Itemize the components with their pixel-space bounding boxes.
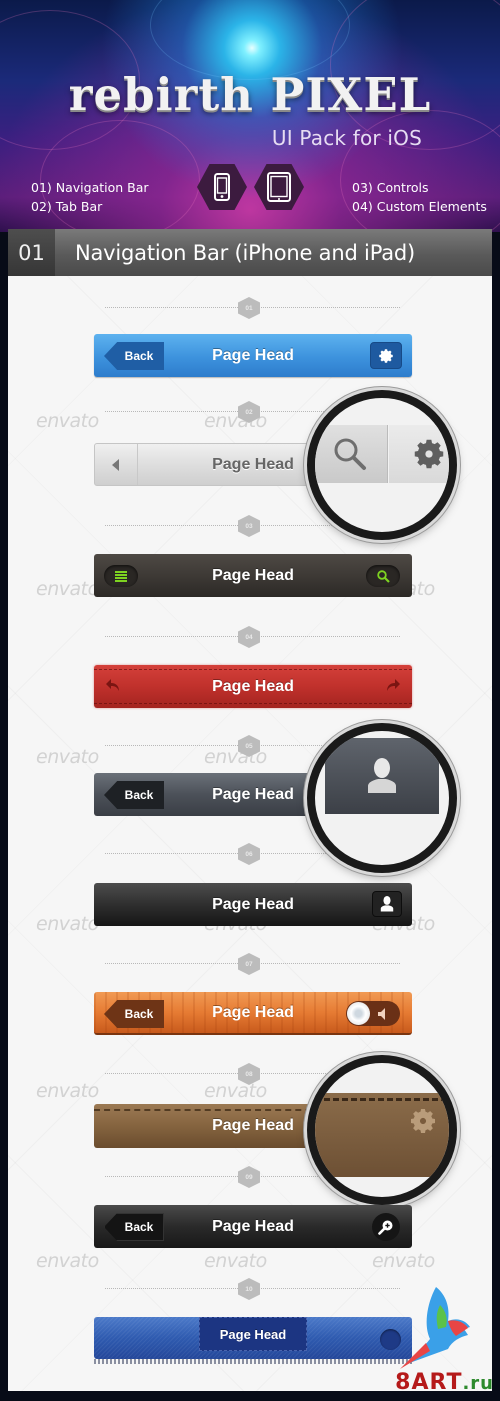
user-icon [380, 896, 394, 912]
feature-list-right: 03) Controls 04) Custom Elements [352, 178, 487, 216]
hero-banner: rebirth PIXEL UI Pack for iOS 01) Naviga… [0, 0, 500, 232]
navbar-title: Page Head [212, 1117, 294, 1134]
site-logo: 8ART.ru [386, 1287, 496, 1397]
magnifier-detail [307, 1055, 457, 1205]
gear-icon [414, 439, 444, 469]
navbar-title: Page Head [212, 346, 294, 364]
back-button[interactable]: Back [104, 342, 164, 370]
list-icon [115, 570, 127, 582]
logo-main-text: 8ART [395, 1370, 463, 1395]
navbar-blue: Back Page Head [94, 334, 412, 377]
parrot-icon [400, 1287, 470, 1369]
feature-list-left: 01) Navigation Bar 02) Tab Bar [31, 178, 149, 216]
magnifier-detail [307, 390, 457, 540]
navbar-title: Page Head [212, 895, 294, 913]
back-button[interactable]: Back [104, 1213, 164, 1241]
navbar-denim: Page Head [94, 1317, 412, 1364]
title-patch: Page Head [199, 1317, 307, 1351]
navbar-title: Page Head [212, 1003, 294, 1021]
product-title: rebirth PIXEL [68, 68, 432, 121]
search-icon [334, 438, 366, 470]
navbar-title: Page Head [212, 785, 294, 803]
section-title: Navigation Bar (iPhone and iPad) [75, 240, 416, 265]
navbar-title: Page Head [212, 566, 294, 584]
reply-button[interactable] [106, 679, 120, 697]
iphone-icon [197, 164, 247, 210]
navbar-dark-brown: Page Head [94, 554, 412, 597]
magnifier-detail [307, 723, 457, 873]
profile-button[interactable] [325, 738, 439, 814]
navbar-wood: Back Page Head [94, 992, 412, 1035]
logo-suffix-text: .ru [462, 1373, 494, 1394]
speaker-icon [378, 1007, 385, 1020]
navbar-title: Page Head [219, 1326, 287, 1342]
toggle-knob[interactable] [347, 1002, 370, 1025]
feature-item: 04) Custom Elements [352, 199, 487, 214]
ipad-icon [254, 164, 304, 210]
reply-icon [106, 679, 119, 691]
gear-icon [379, 348, 393, 363]
sound-toggle[interactable] [346, 1001, 400, 1026]
search-button[interactable] [366, 565, 400, 587]
zoom-in-icon [378, 1220, 393, 1235]
site-logo-text: 8ART.ru [395, 1370, 494, 1395]
navbar-red-leather: Page Head [94, 665, 412, 708]
forward-icon [387, 679, 400, 691]
navbar-title: Page Head [212, 1217, 294, 1235]
navbar-title: Page Head [212, 677, 294, 695]
feature-item: 03) Controls [352, 180, 429, 195]
back-button[interactable]: Back [104, 1000, 164, 1028]
forward-button[interactable] [386, 679, 400, 697]
feature-item: 02) Tab Bar [31, 199, 103, 214]
navbar-title: Page Head [212, 455, 294, 473]
menu-button[interactable] [104, 565, 138, 587]
feature-item: 01) Navigation Bar [31, 180, 149, 195]
back-button[interactable]: Back [104, 781, 164, 809]
profile-button[interactable] [372, 891, 402, 917]
product-subtitle: UI Pack for iOS [271, 126, 422, 150]
navbar-black: Page Head [94, 883, 412, 926]
gear-icon [411, 1109, 435, 1133]
settings-button[interactable] [370, 342, 402, 369]
back-button[interactable] [95, 444, 138, 485]
user-icon [368, 758, 396, 793]
chevron-left-icon [112, 458, 119, 471]
navbar-charcoal: Back Page Head [94, 1205, 412, 1248]
settings-button[interactable] [389, 425, 449, 483]
search-button[interactable] [315, 425, 388, 483]
settings-button[interactable] [407, 1105, 439, 1142]
section-number: 01 [8, 229, 55, 276]
search-icon [376, 569, 390, 583]
section-header: 01 Navigation Bar (iPhone and iPad) [8, 229, 492, 276]
zoom-button[interactable] [372, 1213, 400, 1241]
